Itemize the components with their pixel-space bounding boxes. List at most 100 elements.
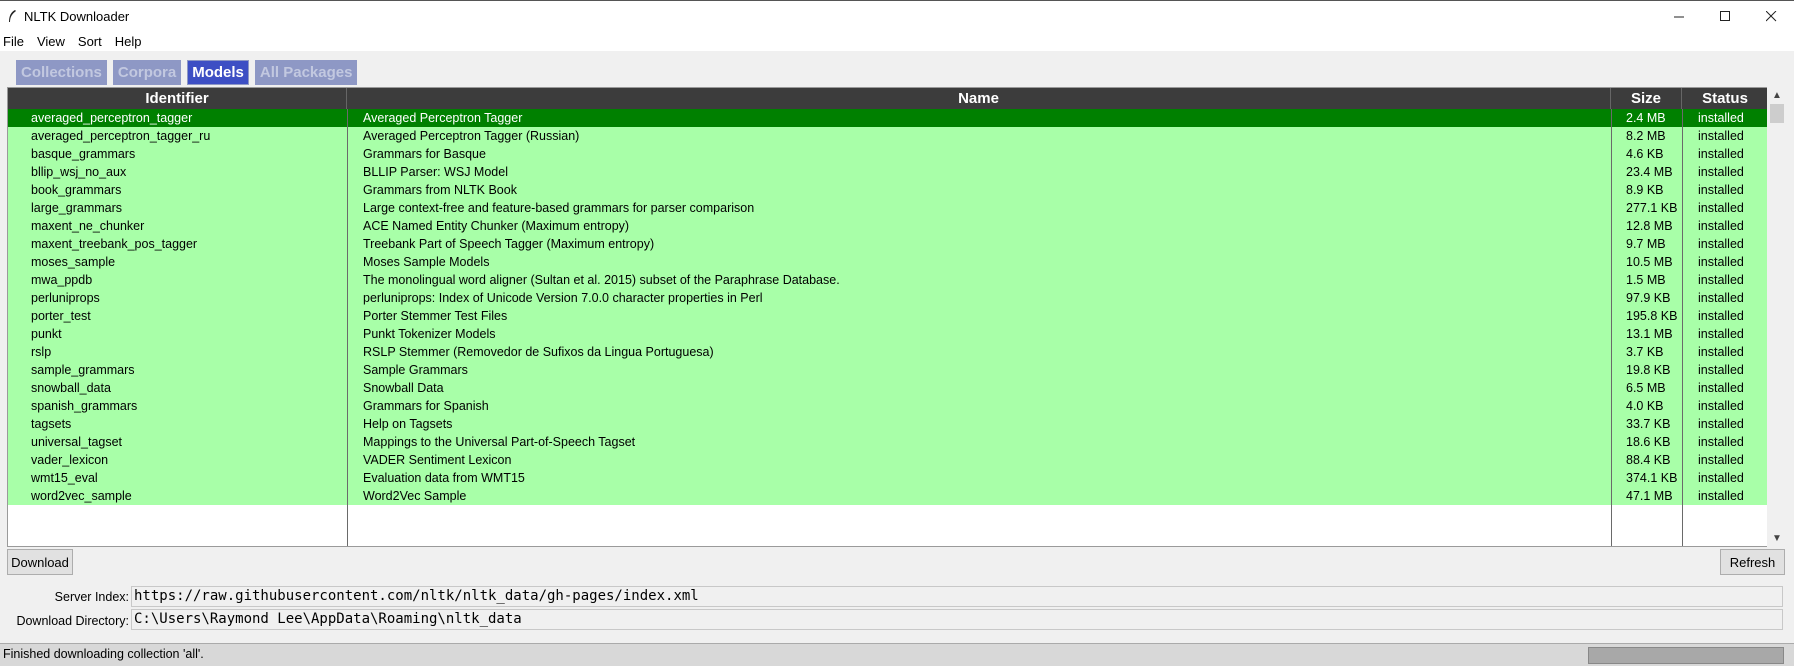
cell-name: Moses Sample Models xyxy=(363,255,490,269)
scroll-up-icon[interactable]: ▲ xyxy=(1767,87,1787,104)
table-row[interactable]: tagsets Help on Tagsets 33.7 KB installed xyxy=(8,415,1768,433)
cell-identifier: basque_grammars xyxy=(31,147,136,161)
table-row[interactable]: snowball_data Snowball Data 6.5 MB installe… xyxy=(8,379,1768,397)
table-row[interactable]: averaged_perceptron_tagger_ru Averaged Pe… xyxy=(8,127,1768,145)
cell-name: Mappings to the Universal Part-of-Speech… xyxy=(363,435,636,449)
cell-identifier: tagsets xyxy=(31,417,72,431)
cell-identifier: rslp xyxy=(31,345,52,359)
cell-size: 12.8 MB xyxy=(1626,219,1673,233)
cell-identifier: moses_sample xyxy=(31,255,116,269)
table-row[interactable]: book_grammars Grammars from NLTK Book 8.9 … xyxy=(8,181,1768,199)
maximize-button[interactable] xyxy=(1702,1,1748,32)
cell-name: Grammars for Basque xyxy=(363,147,486,161)
table-row[interactable]: perluniprops perluniprops: Index of Unico… xyxy=(8,289,1768,307)
server-index-field[interactable]: https://raw.githubusercontent.com/nltk/n… xyxy=(131,586,1783,607)
tab-models[interactable]: Models xyxy=(187,60,249,85)
cell-name: VADER Sentiment Lexicon xyxy=(363,453,512,467)
menu-file[interactable]: File xyxy=(0,34,28,49)
cell-identifier: book_grammars xyxy=(31,183,122,197)
cell-name: Grammars for Spanish xyxy=(363,399,489,413)
cell-name: Large context-free and feature-based gra… xyxy=(363,201,755,215)
menu-sort[interactable]: Sort xyxy=(74,34,106,49)
close-icon xyxy=(1765,11,1776,22)
table-row[interactable]: word2vec_sample Word2Vec Sample 47.1 MB ins… xyxy=(8,487,1768,505)
column-header-identifier[interactable]: Identifier xyxy=(8,88,347,109)
cell-status: installed xyxy=(1698,255,1744,269)
scroll-down-icon[interactable]: ▼ xyxy=(1767,530,1787,547)
table-row[interactable]: averaged_perceptron_tagger Averaged Perce… xyxy=(8,109,1768,127)
cell-status: installed xyxy=(1698,147,1744,161)
status-message: Finished downloading collection 'all'. xyxy=(3,647,204,661)
cell-status: installed xyxy=(1698,327,1744,341)
download-button[interactable]: Download xyxy=(7,549,73,575)
table-row[interactable]: mwa_ppdb The monolingual word aligner (Su… xyxy=(8,271,1768,289)
table-header: Identifier Name Size Status xyxy=(8,88,1768,109)
menu-view[interactable]: View xyxy=(33,34,69,49)
tab-all-packages[interactable]: All Packages xyxy=(254,60,358,85)
cell-name: RSLP Stemmer (Removedor de Sufixos da Li… xyxy=(363,345,714,359)
cell-identifier: maxent_ne_chunker xyxy=(31,219,145,233)
table-row[interactable]: maxent_ne_chunker ACE Named Entity Chunke… xyxy=(8,217,1768,235)
cell-identifier: averaged_perceptron_tagger xyxy=(31,111,193,125)
download-directory-field[interactable]: C:\Users\Raymond Lee\AppData\Roaming\nlt… xyxy=(131,609,1783,630)
table-row[interactable]: wmt15_eval Evaluation data from WMT15 374.… xyxy=(8,469,1768,487)
cell-name: Grammars from NLTK Book xyxy=(363,183,517,197)
column-header-size[interactable]: Size xyxy=(1611,88,1682,109)
tab-collections[interactable]: Collections xyxy=(16,60,107,85)
cell-name: Snowball Data xyxy=(363,381,444,395)
package-tabs: Collections Corpora Models All Packages xyxy=(16,60,358,85)
cell-identifier: porter_test xyxy=(31,309,91,323)
table-row[interactable]: punkt Punkt Tokenizer Models 13.1 MB instal… xyxy=(8,325,1768,343)
cell-status: installed xyxy=(1698,345,1744,359)
tab-corpora[interactable]: Corpora xyxy=(112,60,182,85)
table-row[interactable]: basque_grammars Grammars for Basque 4.6 KB… xyxy=(8,145,1768,163)
cell-size: 195.8 KB xyxy=(1626,309,1678,323)
cell-size: 88.4 KB xyxy=(1626,453,1671,467)
cell-name: BLLIP Parser: WSJ Model xyxy=(363,165,508,179)
cell-status: installed xyxy=(1698,219,1744,233)
table-row[interactable]: sample_grammars Sample Grammars 19.8 KB ins… xyxy=(8,361,1768,379)
cell-name: Averaged Perceptron Tagger xyxy=(363,111,523,125)
column-divider xyxy=(347,109,348,546)
table-row[interactable]: moses_sample Moses Sample Models 10.5 MB in… xyxy=(8,253,1768,271)
cell-status: installed xyxy=(1698,111,1744,125)
cell-size: 19.8 KB xyxy=(1626,363,1671,377)
cell-identifier: perluniprops xyxy=(31,291,100,305)
cell-status: installed xyxy=(1698,363,1744,377)
cell-identifier: maxent_treebank_pos_tagger xyxy=(31,237,198,251)
close-button[interactable] xyxy=(1748,1,1794,32)
cell-size: 4.0 KB xyxy=(1626,399,1664,413)
refresh-button[interactable]: Refresh xyxy=(1720,549,1785,575)
column-header-status[interactable]: Status xyxy=(1682,88,1768,109)
scroll-thumb[interactable] xyxy=(1770,104,1784,123)
table-row[interactable]: vader_lexicon VADER Sentiment Lexicon 88.4… xyxy=(8,451,1768,469)
table-row[interactable]: large_grammars Large context-free and fea… xyxy=(8,199,1768,217)
cell-identifier: word2vec_sample xyxy=(31,489,132,503)
column-header-name[interactable]: Name xyxy=(347,88,1611,109)
cell-name: The monolingual word aligner (Sultan et … xyxy=(363,273,840,287)
download-directory-label: Download Directory: xyxy=(16,614,129,628)
table-row[interactable]: rslp RSLP Stemmer (Removedor de Sufixos d… xyxy=(8,343,1768,361)
cell-identifier: punkt xyxy=(31,327,62,341)
cell-name: Porter Stemmer Test Files xyxy=(363,309,508,323)
cell-name: Punkt Tokenizer Models xyxy=(363,327,496,341)
table-row[interactable]: porter_test Porter Stemmer Test Files 195.… xyxy=(8,307,1768,325)
feather-icon xyxy=(0,1,24,32)
table-scrollbar[interactable]: ▲ ▼ xyxy=(1767,87,1787,547)
cell-name: Averaged Perceptron Tagger (Russian) xyxy=(363,129,580,143)
cell-identifier: averaged_perceptron_tagger_ru xyxy=(31,129,211,143)
cell-status: installed xyxy=(1698,273,1744,287)
cell-status: installed xyxy=(1698,381,1744,395)
column-divider xyxy=(1682,109,1683,546)
status-bar: Finished downloading collection 'all'. xyxy=(0,643,1794,666)
menu-help[interactable]: Help xyxy=(111,34,146,49)
cell-size: 13.1 MB xyxy=(1626,327,1673,341)
table-row[interactable]: spanish_grammars Grammars for Spanish 4.0 … xyxy=(8,397,1768,415)
cell-name: perluniprops: Index of Unicode Version 7… xyxy=(363,291,763,305)
table-row[interactable]: maxent_treebank_pos_tagger Treebank Part … xyxy=(8,235,1768,253)
table-row[interactable]: universal_tagset Mappings to the Universa… xyxy=(8,433,1768,451)
minimize-button[interactable] xyxy=(1656,1,1702,32)
table-row[interactable]: bllip_wsj_no_aux BLLIP Parser: WSJ Model 2… xyxy=(8,163,1768,181)
cell-name: Help on Tagsets xyxy=(363,417,453,431)
cell-identifier: mwa_ppdb xyxy=(31,273,93,287)
